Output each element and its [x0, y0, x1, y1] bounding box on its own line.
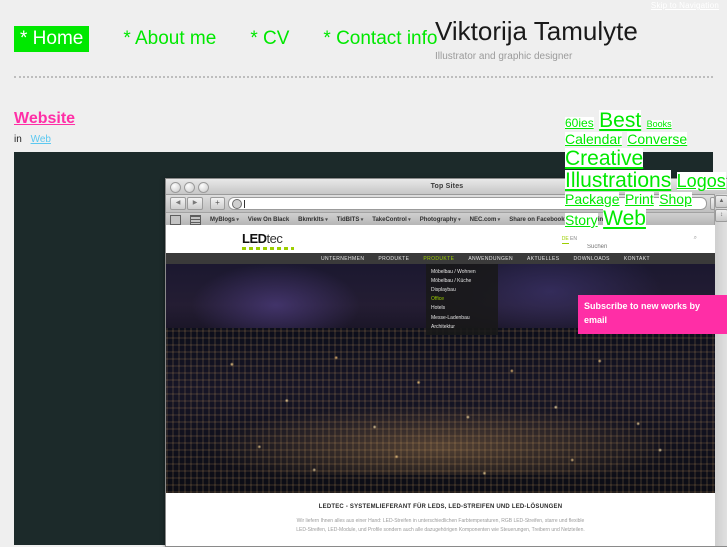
bookmark-label: NEC.com [469, 216, 497, 223]
logo-thin-part: tec [266, 231, 283, 246]
language-en[interactable]: EN [570, 236, 577, 242]
ledtec-intro-section: LEDTEC - SYSTEMLIEFERANT FÜR LEDS, LED-S… [166, 493, 715, 536]
ledtec-main-nav: UNTERNEHMEN PRODUKTE PRODUKTE ANWENDUNGE… [166, 253, 715, 264]
skip-to-navigation-link[interactable]: Skip to Navigation [651, 1, 719, 10]
ledtec-nav-kontakt[interactable]: KONTAKT [624, 256, 650, 262]
window-controls [170, 182, 209, 193]
bookmark-label: MyBlogs [210, 216, 236, 223]
post-category-link[interactable]: Web [31, 134, 51, 145]
submenu-architektur[interactable]: Architektur [426, 322, 498, 331]
tag-calendar[interactable]: Calendar [565, 132, 622, 146]
bookmark-nec-com[interactable]: NEC.com ▾ [470, 217, 501, 223]
tag-creative[interactable]: Creative [565, 148, 644, 169]
post-header: Website in Web [14, 110, 75, 145]
bookmark-myblogs[interactable]: MyBlogs ▾ [210, 217, 239, 223]
bookmark-label: TidBITS [336, 216, 360, 223]
bookmark-view-on-black[interactable]: View On Black [248, 217, 289, 223]
chevron-down-icon: ▾ [235, 216, 239, 223]
forward-button[interactable]: ▶ [187, 197, 203, 210]
bookmark-takecontrol[interactable]: TakeControl ▾ [372, 217, 410, 223]
submenu-displaybau[interactable]: Displaybau [426, 285, 498, 294]
nav-item-cv[interactable]: * CV [250, 28, 289, 50]
text-caret [244, 199, 245, 208]
ledtec-logo[interactable]: LEDtec [242, 231, 294, 250]
ledtec-nav-aktuelles[interactable]: AKTUELLES [527, 256, 560, 262]
header-divider [14, 76, 713, 81]
chevron-down-icon: ▾ [496, 216, 501, 223]
bookmark-photography[interactable]: Photography ▾ [420, 217, 461, 223]
ledtec-search[interactable]: ⌕ [585, 235, 697, 254]
ledtec-nav-anwendungen[interactable]: ANWENDUNGEN [468, 256, 513, 262]
ledtec-nav-downloads[interactable]: DOWNLOADS [574, 256, 610, 262]
ledtec-body-text: Wir liefern Ihnen alles aus einer Hand: … [296, 518, 585, 534]
tag-best[interactable]: Best [599, 110, 642, 131]
site-tagline: Illustrator and graphic designer [435, 51, 573, 62]
bookmark-label: Photography [419, 216, 457, 223]
bookmark-label: TakeControl [372, 216, 407, 223]
minimize-icon[interactable] [184, 182, 195, 193]
zoom-icon[interactable] [198, 182, 209, 193]
post-meta: in Web [14, 134, 75, 145]
main-navigation: * Home * About me * CV * Contact info [14, 26, 471, 52]
post-meta-prefix: in [14, 134, 22, 145]
top-sites-grid-icon[interactable] [190, 214, 201, 225]
tag-print[interactable]: Print [624, 192, 654, 206]
browser-window-screenshot: Top Sites ◀ ▶ + ⤵ MyBlogs ▾ View On Blac… [165, 178, 727, 547]
site-title: Viktorija Tamulyte [435, 16, 638, 46]
tag-story[interactable]: Story [565, 213, 598, 227]
search-input[interactable] [585, 243, 679, 251]
language-de[interactable]: DE [561, 236, 569, 244]
nav-item-about-me[interactable]: * About me [123, 28, 216, 50]
tag-package[interactable]: Package [565, 192, 620, 206]
post-title-link[interactable]: Website [14, 110, 75, 128]
brand: Viktorija Tamulyte Illustrator and graph… [435, 16, 727, 62]
tag-web[interactable]: Web [603, 208, 646, 229]
logo-dots-decoration [242, 247, 294, 250]
tag-shop[interactable]: Shop [659, 192, 692, 206]
ledtec-nav-unternehmen[interactable]: UNTERNEHMEN [321, 256, 364, 262]
add-bookmark-button[interactable]: + [210, 197, 225, 210]
tag-60ies[interactable]: 60ies [565, 117, 594, 129]
search-icon[interactable]: ⌕ [694, 235, 697, 242]
bookmark-tidbits[interactable]: TidBITS ▾ [337, 217, 363, 223]
chevron-down-icon: ▾ [323, 216, 328, 223]
ledtec-headline: LEDTEC - SYSTEMLIEFERANT FÜR LEDS, LED-S… [318, 504, 563, 510]
browser-vertical-scrollbar[interactable]: ▲ ↕ [714, 194, 727, 546]
submenu-moebelbau-kueche[interactable]: Möbelbau / Küche [426, 276, 498, 285]
tag-cloud: 60ies Best Books Calendar Converse Creat… [565, 110, 727, 230]
nav-item-contact-info[interactable]: * Contact info [323, 28, 437, 50]
submenu-messe-ladenbau[interactable]: Messe-Ladenbau [426, 313, 498, 322]
chevron-down-icon: ▾ [456, 216, 461, 223]
tag-converse[interactable]: Converse [627, 132, 688, 146]
book-icon[interactable] [170, 214, 181, 225]
bookmark-label: Bkmrklts [298, 216, 324, 223]
site-header: Skip to Navigation * Home * About me * C… [0, 0, 727, 84]
close-icon[interactable] [170, 182, 181, 193]
tag-books[interactable]: Books [646, 120, 672, 129]
globe-icon [232, 198, 242, 209]
ledtec-logo-text: LEDtec [242, 231, 294, 246]
ledtec-website: LEDtec DE EN ⌕ UNTERNEHMEN PRODUKTE PROD… [166, 225, 715, 546]
submenu-moebelbau-wohnen[interactable]: Möbelbau / Wohnen [426, 267, 498, 276]
ledtec-nav-produkte[interactable]: PRODUKTE [378, 256, 409, 262]
tag-illustrations[interactable]: Illustrations [565, 170, 672, 191]
submenu-hotels[interactable]: Hotels [426, 304, 498, 313]
tag-logos[interactable]: Logos [676, 172, 726, 190]
bookmark-bkmrklts[interactable]: Bkmrklts ▾ [298, 217, 328, 223]
logo-bold-part: LED [242, 231, 267, 246]
language-switcher: DE EN [561, 236, 577, 244]
back-button[interactable]: ◀ [170, 197, 186, 210]
city-glow-layer [209, 404, 672, 475]
ledtec-produkte-submenu: Möbelbau / Wohnen Möbelbau / Küche Displ… [426, 264, 498, 336]
subscribe-box[interactable]: Subscribe to new works by email [578, 295, 727, 334]
chevron-down-icon: ▾ [359, 216, 364, 223]
chevron-down-icon: ▾ [406, 216, 411, 223]
submenu-office[interactable]: Office [426, 295, 498, 304]
ledtec-nav-produkte-active[interactable]: PRODUKTE [423, 256, 454, 262]
bookmark-share-on-facebook[interactable]: Share on Facebook [509, 217, 564, 223]
nav-item-home[interactable]: * Home [14, 26, 90, 52]
